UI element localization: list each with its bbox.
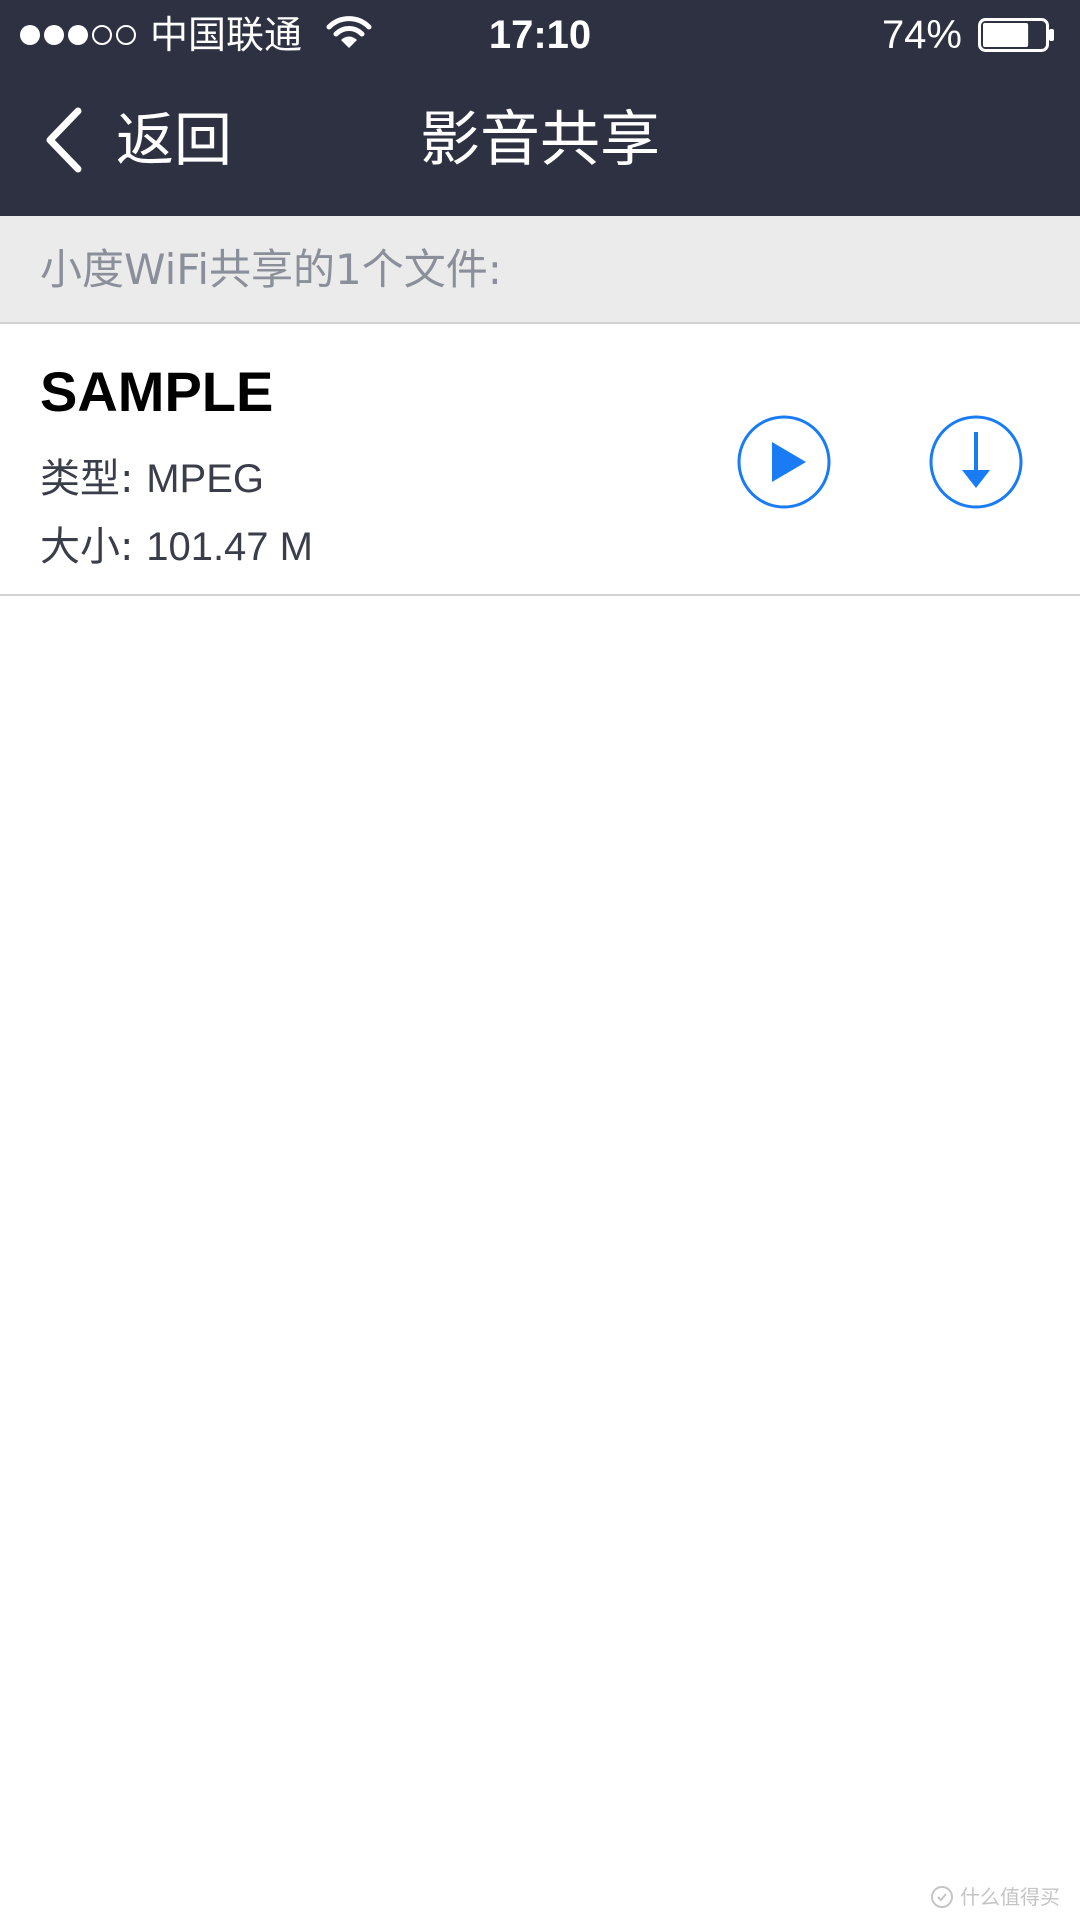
watermark: 什么值得买 [930, 1885, 1060, 1909]
file-type-label: 类型: [40, 456, 134, 502]
file-size-label: 大小: [40, 524, 134, 570]
screen: 中国联通 17:10 74% 返回 影音共享 小度WiFi共享的1个文件: SA… [0, 0, 1080, 1917]
file-size-value: 101.47 M [146, 525, 313, 569]
header: 中国联通 17:10 74% 返回 影音共享 [0, 0, 1080, 216]
watermark-logo-icon [931, 1886, 953, 1908]
download-circle-icon[interactable] [928, 414, 1024, 510]
file-type-value: MPEG [146, 457, 264, 501]
battery-percentage: 74% [881, 13, 962, 57]
navigation-bar: 返回 影音共享 [0, 70, 1080, 216]
watermark-text: 什么值得买 [960, 1885, 1060, 1909]
shared-files-section-header: 小度WiFi共享的1个文件: [0, 216, 1080, 324]
battery-icon [978, 18, 1054, 52]
file-type-line: 类型: MPEG [40, 454, 264, 504]
battery-level-fill [983, 23, 1029, 47]
file-list-item[interactable]: SAMPLE 类型: MPEG 大小: 101.47 M [0, 324, 1080, 596]
status-bar: 中国联通 17:10 74% [0, 0, 1080, 70]
play-circle-icon[interactable] [736, 414, 832, 510]
page-title: 影音共享 [420, 105, 660, 175]
file-size-line: 大小: 101.47 M [40, 522, 313, 572]
file-name: SAMPLE [40, 360, 274, 423]
section-header-text: 小度WiFi共享的1个文件: [40, 245, 502, 294]
